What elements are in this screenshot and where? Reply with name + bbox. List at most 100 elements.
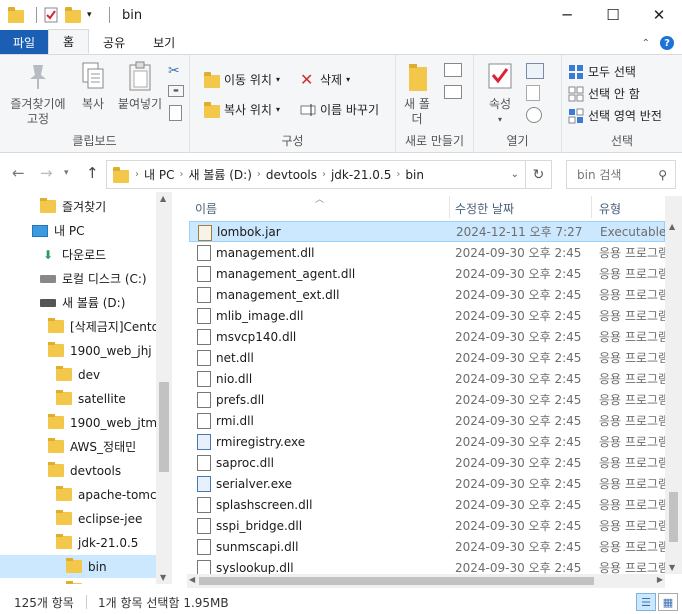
nav-item-folder[interactable]: satellite — [56, 387, 126, 410]
collapse-ribbon-icon[interactable]: ⌃ — [642, 38, 650, 49]
horizontal-scrollbar[interactable]: ◀ ▶ — [187, 574, 665, 588]
nav-item-folder[interactable]: 1900_web_jhj — [48, 339, 152, 362]
help-icon[interactable]: ? — [660, 36, 674, 50]
file-row[interactable]: lombok.jar 2024-12-11 오후 7:27 Executable J… — [189, 221, 665, 242]
file-row[interactable]: management.dll 2024-09-30 오후 2:45 응용 프로그램 … — [189, 242, 665, 263]
file-row[interactable]: net.dll 2024-09-30 오후 2:45 응용 프로그램 확장 — [189, 347, 665, 368]
nav-item-local-disk-c[interactable]: 로컬 디스크 (C:) — [40, 267, 147, 290]
search-box[interactable]: bin 검색 ⚲ — [566, 160, 676, 189]
chevron-right-icon[interactable]: › — [257, 169, 261, 180]
cut-icon[interactable]: ✂ — [168, 63, 180, 79]
file-row[interactable]: rmiregistry.exe 2024-09-30 오후 2:45 응용 프로그램 — [189, 431, 665, 452]
address-bar[interactable]: › 내 PC › 새 볼륨 (D:) › devtools › jdk-21.0… — [106, 160, 526, 189]
nav-item-downloads[interactable]: ⬇ 다운로드 — [40, 243, 106, 266]
file-row[interactable]: rmi.dll 2024-09-30 오후 2:45 응용 프로그램 확장 — [189, 410, 665, 431]
column-type[interactable]: 유형 — [599, 200, 621, 217]
history-icon[interactable] — [526, 107, 542, 123]
nav-scrollbar[interactable]: ▲ ▼ — [156, 192, 172, 584]
tab-share[interactable]: 공유 — [89, 30, 139, 54]
properties-button[interactable]: 속성 ▾ — [482, 61, 518, 127]
up-arrow-icon[interactable]: ↑ — [86, 164, 99, 182]
file-list-scrollbar-thumb[interactable] — [669, 492, 678, 542]
chevron-right-icon[interactable]: › — [179, 169, 183, 180]
column-date[interactable]: 수정한 날짜 — [455, 200, 514, 217]
nav-scrollbar-thumb[interactable] — [159, 382, 169, 472]
recent-locations-icon[interactable]: ▾ — [64, 168, 69, 178]
file-row[interactable]: saproc.dll 2024-09-30 오후 2:45 응용 프로그램 확장 — [189, 452, 665, 473]
nav-item-folder[interactable]: apache-tomca — [56, 483, 164, 506]
file-list-scrollbar[interactable]: ▲ ▼ — [665, 196, 682, 574]
nav-item-this-pc[interactable]: 내 PC — [32, 219, 84, 242]
scroll-down-icon[interactable]: ▼ — [160, 573, 166, 582]
refresh-button[interactable]: ↻ — [526, 160, 552, 189]
customize-dropdown-icon[interactable]: ▾ — [87, 7, 97, 23]
column-name[interactable]: 이름 — [195, 200, 217, 217]
scroll-up-icon[interactable]: ▲ — [669, 222, 675, 231]
file-row[interactable]: mlib_image.dll 2024-09-30 오후 2:45 응용 프로그램 … — [189, 305, 665, 326]
nav-item-folder[interactable]: 1900_web_jtm — [48, 411, 157, 434]
file-row[interactable]: sspi_bridge.dll 2024-09-30 오후 2:45 응용 프로그램… — [189, 515, 665, 536]
address-dropdown-icon[interactable]: ⌄ — [511, 169, 519, 180]
pin-to-quick-access-button[interactable]: 즐겨찾기에 고정 — [6, 61, 70, 127]
nav-item-volume-d[interactable]: 새 볼륨 (D:) — [40, 291, 125, 314]
properties-check-icon[interactable] — [43, 7, 59, 23]
nav-item-bin[interactable]: bin — [0, 555, 156, 578]
file-row[interactable]: syslookup.dll 2024-09-30 오후 2:45 응용 프로그램 확… — [189, 557, 665, 574]
select-none-button[interactable]: 선택 안 함 — [568, 85, 640, 102]
scroll-left-icon[interactable]: ◀ — [189, 575, 195, 584]
maximize-button[interactable]: ☐ — [590, 0, 636, 30]
nav-item-jdk[interactable]: jdk-21.0.5 — [56, 531, 138, 554]
new-item-icon[interactable] — [444, 63, 462, 77]
new-folder-icon[interactable] — [65, 7, 81, 23]
copy-path-icon[interactable]: ▬ — [168, 85, 184, 97]
new-folder-button[interactable]: 새 폴더 — [402, 61, 432, 127]
open-icon[interactable] — [526, 63, 544, 79]
breadcrumb-volume-d[interactable]: 새 볼륨 (D:) — [188, 166, 251, 183]
tab-home[interactable]: 홈 — [48, 29, 90, 54]
file-row[interactable]: prefs.dll 2024-09-30 오후 2:45 응용 프로그램 확장 — [189, 389, 665, 410]
file-row[interactable]: splashscreen.dll 2024-09-30 오후 2:45 응용 프로그… — [189, 494, 665, 515]
nav-item-folder[interactable]: AWS_정태민 — [48, 435, 136, 458]
scroll-down-icon[interactable]: ▼ — [669, 563, 675, 572]
paste-shortcut-icon[interactable] — [169, 105, 182, 121]
nav-item-devtools[interactable]: devtools — [48, 459, 121, 482]
column-divider[interactable] — [591, 196, 592, 218]
chevron-right-icon[interactable]: › — [322, 169, 326, 180]
chevron-right-icon[interactable]: › — [396, 169, 400, 180]
column-divider[interactable] — [449, 196, 450, 218]
copy-to-button[interactable]: 복사 위치 ▾ — [204, 101, 280, 118]
file-row[interactable]: serialver.exe 2024-09-30 오후 2:45 응용 프로그램 — [189, 473, 665, 494]
paste-button[interactable]: 붙여넣기 — [114, 61, 166, 112]
details-view-icon[interactable]: ☰ — [636, 593, 656, 611]
file-row[interactable]: management_ext.dll 2024-09-30 오후 2:45 응용 프… — [189, 284, 665, 305]
back-arrow-icon[interactable]: ← — [12, 164, 25, 182]
select-all-button[interactable]: 모두 선택 — [568, 63, 636, 80]
close-button[interactable]: ✕ — [636, 0, 682, 30]
horizontal-scrollbar-thumb[interactable] — [199, 577, 594, 585]
breadcrumb-this-pc[interactable]: 내 PC — [144, 166, 174, 183]
nav-item-quick-access[interactable]: 즐겨찾기 — [40, 195, 106, 218]
invert-selection-button[interactable]: 선택 영역 반전 — [568, 107, 662, 124]
edit-icon[interactable] — [526, 85, 540, 101]
file-row[interactable]: sunmscapi.dll 2024-09-30 오후 2:45 응용 프로그램 확… — [189, 536, 665, 557]
file-row[interactable]: management_agent.dll 2024-09-30 오후 2:45 응용… — [189, 263, 665, 284]
forward-arrow-icon[interactable]: → — [40, 164, 53, 182]
scroll-right-icon[interactable]: ▶ — [657, 575, 663, 584]
scroll-up-icon[interactable]: ▲ — [160, 194, 166, 203]
file-row[interactable]: nio.dll 2024-09-30 오후 2:45 응용 프로그램 확장 — [189, 368, 665, 389]
file-row[interactable]: msvcp140.dll 2024-09-30 오후 2:45 응용 프로그램 확장 — [189, 326, 665, 347]
copy-button[interactable]: 복사 — [76, 61, 110, 112]
delete-button[interactable]: ✕ 삭제 ▾ — [300, 71, 350, 88]
chevron-right-icon[interactable]: › — [135, 169, 139, 180]
breadcrumb-jdk[interactable]: jdk-21.0.5 — [331, 168, 391, 182]
large-icons-view-icon[interactable]: ▦ — [658, 593, 678, 611]
move-to-button[interactable]: 이동 위치 ▾ — [204, 71, 280, 88]
nav-item-folder[interactable]: [삭제금지]Cento — [48, 315, 159, 338]
nav-item-folder[interactable]: eclipse-jee — [56, 507, 142, 530]
breadcrumb-devtools[interactable]: devtools — [266, 168, 317, 182]
tab-file[interactable]: 파일 — [0, 30, 48, 54]
nav-item-folder[interactable]: dev — [56, 363, 100, 386]
easy-access-icon[interactable] — [444, 85, 462, 99]
nav-item-folder[interactable]: conf — [66, 578, 114, 584]
rename-button[interactable]: 이름 바꾸기 — [300, 101, 379, 118]
